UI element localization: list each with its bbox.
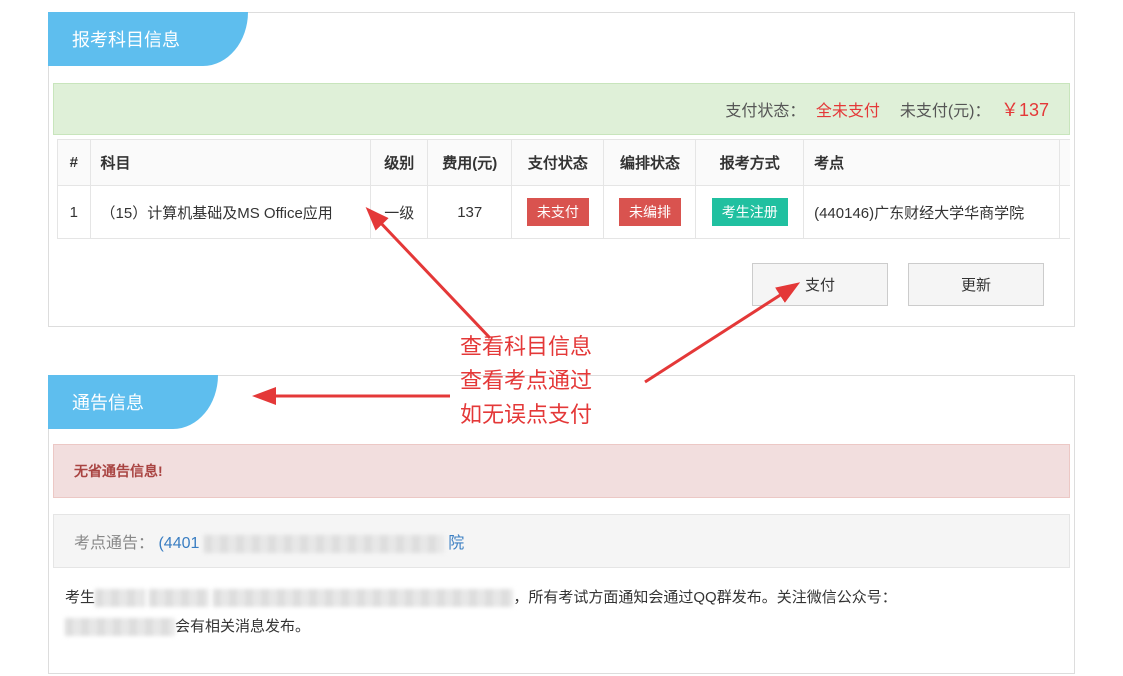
announce-body: 考生 ，所有考试方面通知会通过QQ群发布。关注微信公众号： 会有相关消息发布。 [53, 568, 1070, 673]
alert-no-province-notice: 无省通告信息! [53, 444, 1070, 498]
table-row: 1 （15）计算机基础及MS Office应用 一级 137 未支付 未编排 考… [58, 186, 1071, 239]
cell-site: (440146)广东财经大学华商学院 [804, 186, 1060, 239]
unpaid-label: 未支付(元)： [900, 103, 991, 120]
payment-status-bar: 支付状态： 全未支付 未支付(元)： ￥137 [53, 83, 1070, 135]
notice-info-panel: 通告信息 无省通告信息! 考点通告： (4401 院 考生 ，所有考试方面通知会… [48, 375, 1075, 674]
table-header-row: # 科目 级别 费用(元) 支付状态 编排状态 报考方式 考点 考场 [58, 140, 1071, 186]
unpaid-value: ￥137 [1001, 100, 1049, 120]
badge-method: 考生注册 [712, 198, 788, 226]
cell-fee: 137 [428, 186, 512, 239]
action-row: 支付 更新 [49, 243, 1074, 326]
censored-block [204, 535, 444, 553]
cell-paystatus: 未支付 [512, 186, 604, 239]
pay-button[interactable]: 支付 [752, 263, 888, 306]
cell-extra: (准 [1060, 186, 1070, 239]
panel2-header: 通告信息 [49, 376, 1074, 436]
badge-arrange: 未编排 [619, 198, 681, 226]
col-paystatus: 支付状态 [512, 140, 604, 186]
cell-subject: （15）计算机基础及MS Office应用 [90, 186, 371, 239]
panel-title: 报考科目信息 [48, 12, 248, 66]
censored-block [95, 589, 145, 607]
announce-code: (4401 [158, 535, 199, 552]
col-fee: 费用(元) [428, 140, 512, 186]
col-method: 报考方式 [696, 140, 804, 186]
cell-idx: 1 [58, 186, 91, 239]
badge-pay: 未支付 [527, 198, 589, 226]
panel-header: 报考科目信息 [49, 13, 1074, 83]
col-subject: 科目 [90, 140, 371, 186]
col-level: 级别 [371, 140, 428, 186]
annotation-line1: 查看科目信息 [460, 330, 592, 364]
announce-suffix: 院 [448, 535, 464, 552]
cell-arrange: 未编排 [604, 186, 696, 239]
pay-status-label: 支付状态： [725, 103, 805, 120]
refresh-button[interactable]: 更新 [908, 263, 1044, 306]
cell-method: 考生注册 [696, 186, 804, 239]
col-extra: 考场 [1060, 140, 1070, 186]
body-t1: 考生 [65, 589, 95, 606]
censored-block [213, 589, 513, 607]
col-site: 考点 [804, 140, 1060, 186]
body-t2: ，所有考试方面通知会通过QQ群发布。关注微信公众号： [513, 589, 896, 606]
announce-label: 考点通告： [74, 535, 154, 552]
subject-table-scroll[interactable]: # 科目 级别 费用(元) 支付状态 编排状态 报考方式 考点 考场 1 （15… [53, 139, 1070, 239]
body-t3: 会有相关消息发布。 [175, 618, 310, 635]
pay-status-value: 全未支付 [816, 103, 880, 120]
site-announce-bar: 考点通告： (4401 院 [53, 514, 1070, 568]
censored-block [149, 589, 209, 607]
col-idx: # [58, 140, 91, 186]
cell-level: 一级 [371, 186, 428, 239]
censored-block [65, 618, 175, 636]
subject-info-panel: 报考科目信息 支付状态： 全未支付 未支付(元)： ￥137 # 科目 级别 费… [48, 12, 1075, 327]
col-arrange: 编排状态 [604, 140, 696, 186]
subject-table: # 科目 级别 费用(元) 支付状态 编排状态 报考方式 考点 考场 1 （15… [57, 139, 1070, 239]
panel2-title: 通告信息 [48, 375, 218, 429]
